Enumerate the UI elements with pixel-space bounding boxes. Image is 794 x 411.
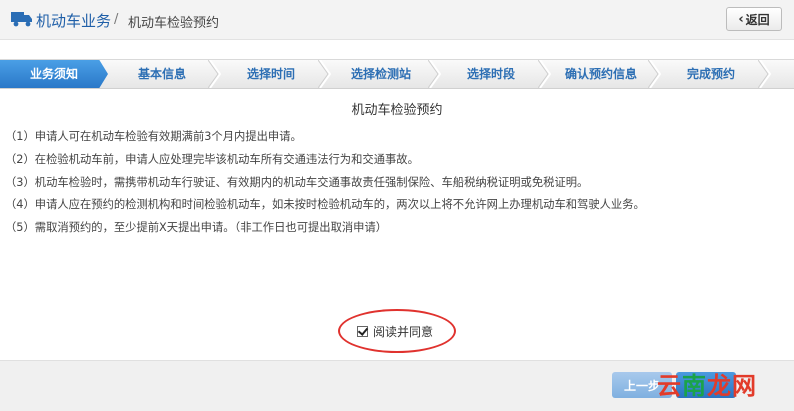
step-divider [208, 60, 222, 88]
rule-item: （4）申请人应在预约的检测机构和时间检验机动车，如未按时检验机动车的，两次以上将… [5, 198, 645, 211]
step-divider [428, 60, 442, 88]
content-title: 机动车检验预约 [351, 103, 443, 118]
step-basic-info[interactable]: 基本信息 [108, 60, 216, 88]
rule-item: （5）需取消预约的，至少提前X天提出申请。（非工作日也可提出取消申请） [5, 221, 388, 234]
top-bar: 机动车业务 / 机动车检验预约 ‹ 返回 [0, 0, 794, 40]
watermark-logo: 云南龙网 [657, 366, 787, 400]
step-divider [648, 60, 662, 88]
step-notice[interactable]: 业务须知 [0, 60, 108, 88]
watermark-part: 南 [682, 372, 707, 400]
agree-checkbox-row[interactable]: 阅读并同意 [357, 323, 433, 340]
agree-checkbox[interactable] [357, 326, 368, 337]
page-title: 机动车检验预约 [128, 16, 220, 31]
step-divider [538, 60, 552, 88]
watermark-part: 龙网 [707, 372, 757, 400]
breadcrumb-section[interactable]: 机动车业务 [36, 10, 111, 31]
step-progress-bar: 业务须知 基本信息 选择时间 选择检测站 选择时段 确认预约信息 完成预约 [0, 59, 794, 89]
rule-item: （2）在检验机动车前，申请人应处理完毕该机动车所有交通违法行为和交通事故。 [5, 153, 419, 166]
back-button-label: 返回 [745, 12, 770, 27]
watermark-part: 云 [657, 372, 682, 400]
step-confirm-info[interactable]: 确认预约信息 [546, 60, 656, 88]
truck-icon [11, 12, 32, 27]
rule-item: （3）机动车检验时，需携带机动车行驶证、有效期内的机动车交通事故责任强制保险、车… [5, 176, 589, 189]
step-select-station[interactable]: 选择检测站 [326, 60, 436, 88]
step-complete[interactable]: 完成预约 [656, 60, 766, 88]
step-divider [758, 60, 772, 88]
step-divider [318, 60, 332, 88]
agree-label[interactable]: 阅读并同意 [373, 323, 433, 340]
chevron-left-icon: ‹ [738, 11, 744, 27]
rule-item: （1）申请人可在机动车检验有效期满前3个月内提出申请。 [5, 130, 302, 143]
step-select-period[interactable]: 选择时段 [436, 60, 546, 88]
breadcrumb-separator: / [114, 12, 119, 27]
back-button[interactable]: ‹ 返回 [726, 7, 782, 31]
step-select-time[interactable]: 选择时间 [216, 60, 326, 88]
